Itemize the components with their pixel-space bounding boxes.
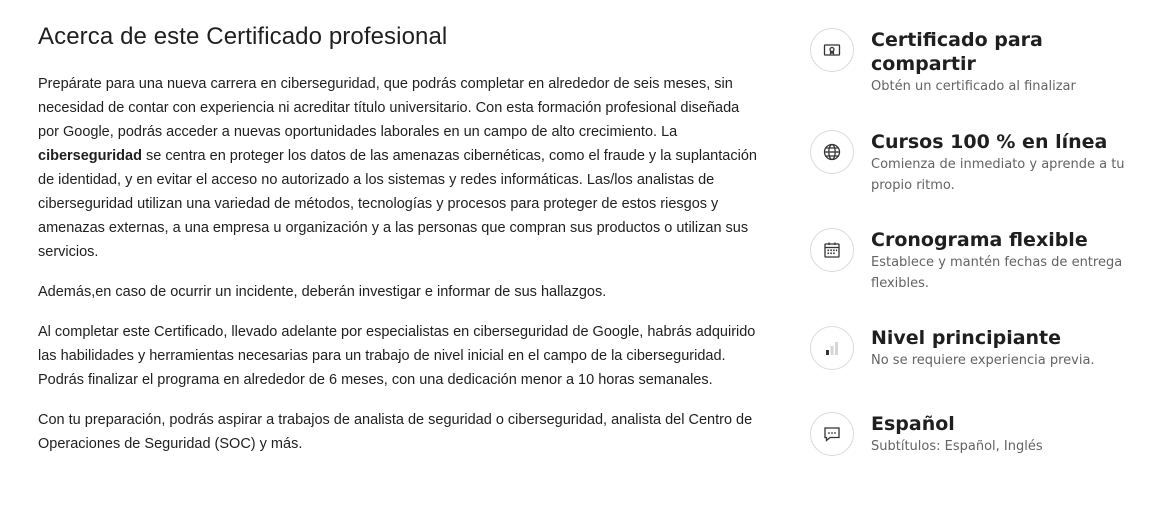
feature-title: Certificado para compartir bbox=[871, 29, 1043, 75]
feature-title: Cursos 100 % en línea bbox=[871, 131, 1108, 153]
feature-subtitle: Comienza de inmediato y aprende a tu pro… bbox=[871, 157, 1125, 193]
feature-title: Nivel principiante bbox=[871, 327, 1062, 349]
feature-title: Cronograma flexible bbox=[871, 229, 1088, 251]
about-paragraph-1: Prepárate para una nueva carrera en cibe… bbox=[38, 72, 758, 264]
level-bars-icon bbox=[810, 326, 854, 370]
section-title: Acerca de este Certificado profesional bbox=[38, 23, 448, 50]
feature-title: Español bbox=[871, 413, 955, 435]
about-paragraph-3: Al completar este Certificado, llevado a… bbox=[38, 324, 756, 388]
feature-subtitle: No se requiere experiencia previa. bbox=[871, 353, 1095, 368]
feature-subtitle: Subtítulos: Español, Inglés bbox=[871, 439, 1043, 454]
about-paragraph-4: Con tu preparación, podrás aspirar a tra… bbox=[38, 412, 753, 452]
about-paragraph-2: Además,en caso de ocurrir un incidente, … bbox=[38, 284, 607, 300]
about-section: Acerca de este Certificado profesional P… bbox=[38, 20, 758, 472]
calendar-icon bbox=[810, 228, 854, 272]
feature-subtitle: Establece y mantén fechas de entrega fle… bbox=[871, 255, 1123, 291]
paragraph-text: se centra en proteger los datos de las a… bbox=[38, 148, 757, 260]
keyword-bold: ciberseguridad bbox=[38, 148, 142, 164]
chat-bubble-icon bbox=[810, 412, 854, 456]
certificate-icon bbox=[810, 28, 854, 72]
feature-subtitle: Obtén un certificado al finalizar bbox=[871, 79, 1076, 94]
globe-icon bbox=[810, 130, 854, 174]
paragraph-text: Prepárate para una nueva carrera en cibe… bbox=[38, 76, 740, 140]
